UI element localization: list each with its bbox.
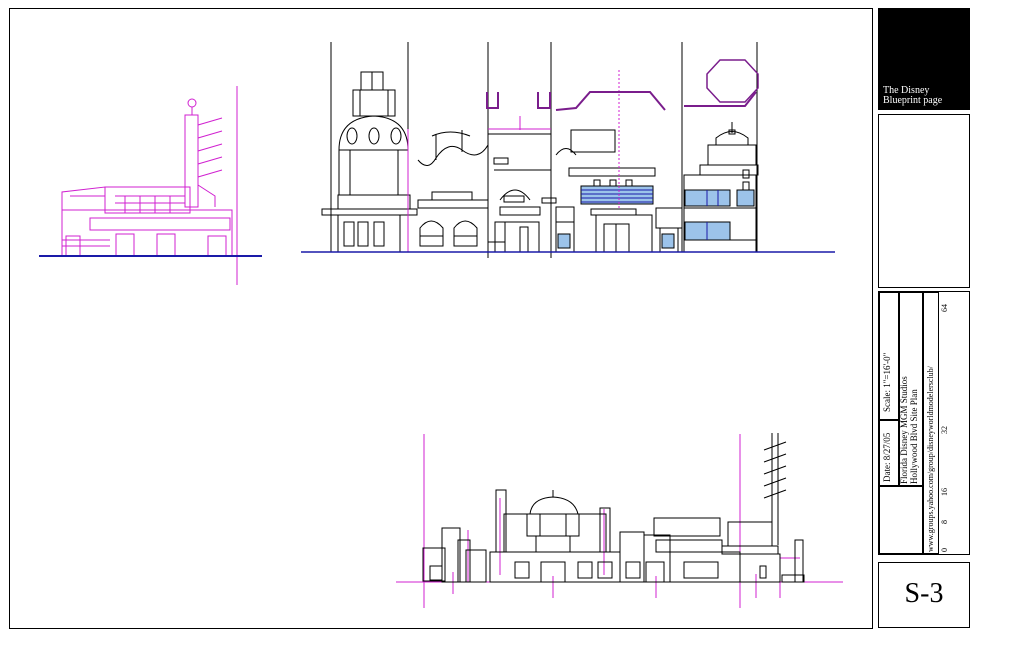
scale-tick-0: 0 — [940, 548, 949, 552]
street-purple-brackets — [486, 59, 759, 111]
date-label: Date: 8/27/05 — [882, 432, 892, 482]
scale-tick-8: 8 — [940, 520, 949, 524]
blank-notes-box — [878, 114, 970, 288]
sheet-number: S-3 — [878, 562, 970, 628]
scale-label: Scale: 1"=16'-0" — [882, 352, 892, 412]
logo-line-2: Blueprint page — [883, 95, 943, 106]
logo-cell — [879, 486, 923, 554]
scale-tick-32: 32 — [940, 426, 949, 434]
elevation-drawings — [39, 12, 966, 608]
logo-box: The Disney Blueprint page — [878, 8, 970, 110]
logo-caption: The Disney Blueprint page — [883, 86, 942, 106]
bottom-elevation — [422, 433, 805, 583]
project-line-2: Hollywood Blvd Site Plan — [909, 389, 919, 484]
scale-tick-16: 16 — [940, 488, 949, 496]
project-info-box — [878, 291, 970, 555]
scale-tick-64: 64 — [940, 304, 949, 312]
project-line-1: Florida Disney MGM Studios — [899, 376, 909, 484]
url-text: www.groups.yahoo.com/group/disneyworldmo… — [926, 366, 935, 552]
